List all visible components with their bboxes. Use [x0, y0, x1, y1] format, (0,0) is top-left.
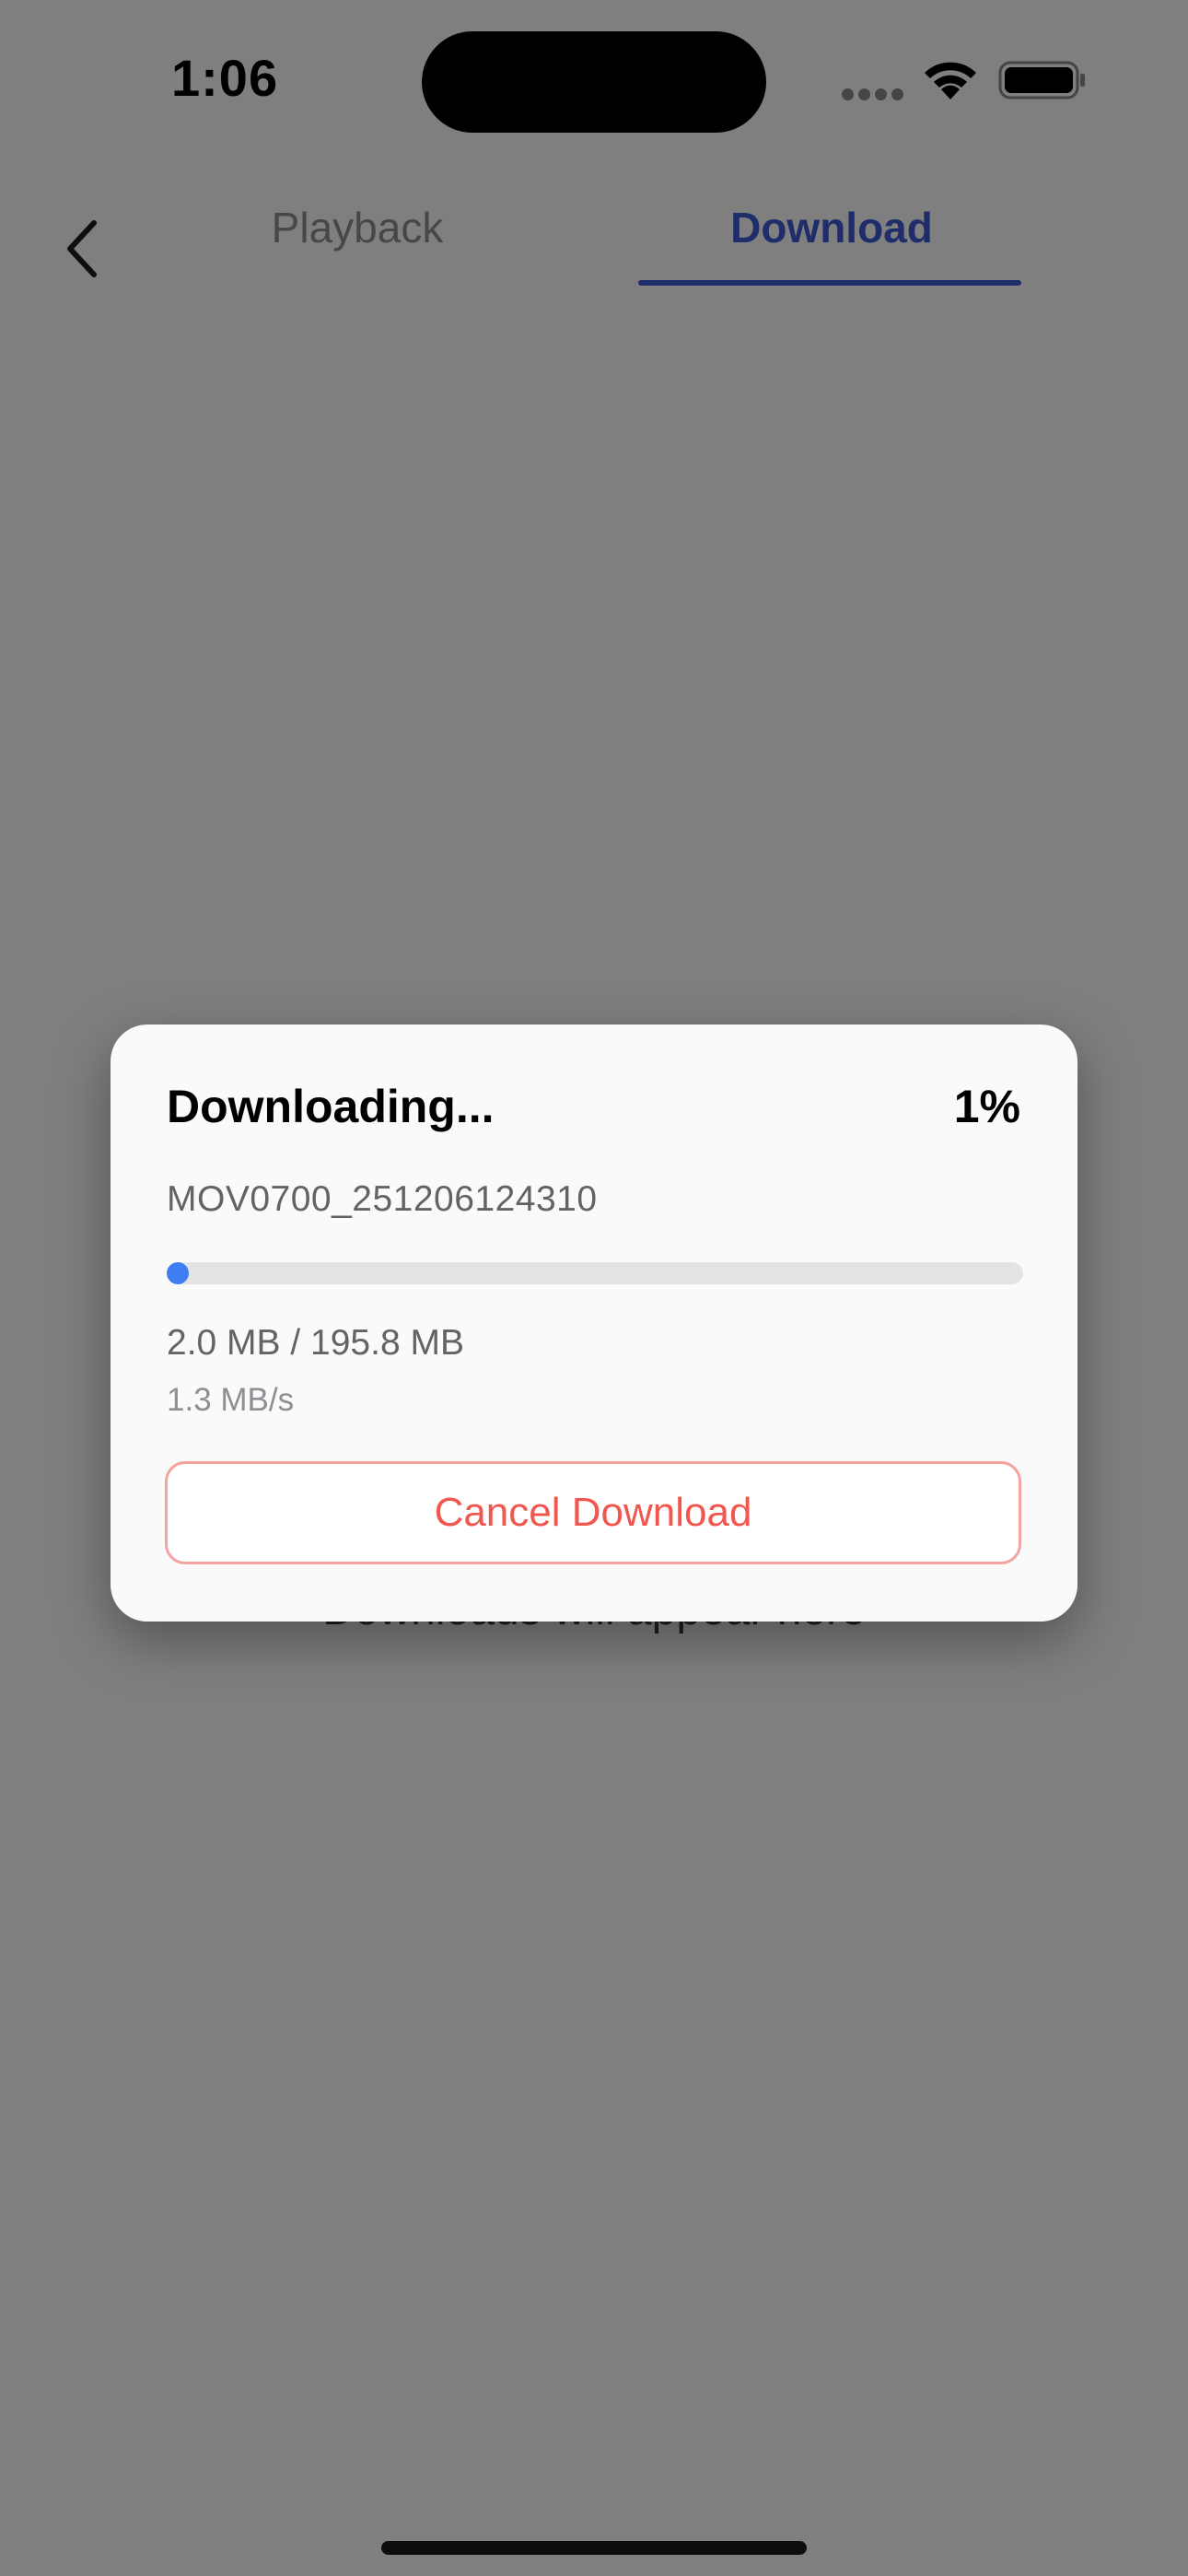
- progress-bar: [167, 1262, 1023, 1284]
- progress-bar-fill: [167, 1262, 189, 1284]
- cancel-download-button[interactable]: Cancel Download: [165, 1461, 1021, 1564]
- download-size: 2.0 MB / 195.8 MB: [167, 1323, 464, 1363]
- download-speed: 1.3 MB/s: [167, 1382, 295, 1418]
- dialog-title: Downloading...: [167, 1081, 495, 1132]
- download-progress-dialog: Downloading... 1% MOV0700_251206124310 2…: [111, 1025, 1077, 1622]
- download-percent: 1%: [953, 1081, 1020, 1132]
- download-filename: MOV0700_251206124310: [167, 1179, 598, 1219]
